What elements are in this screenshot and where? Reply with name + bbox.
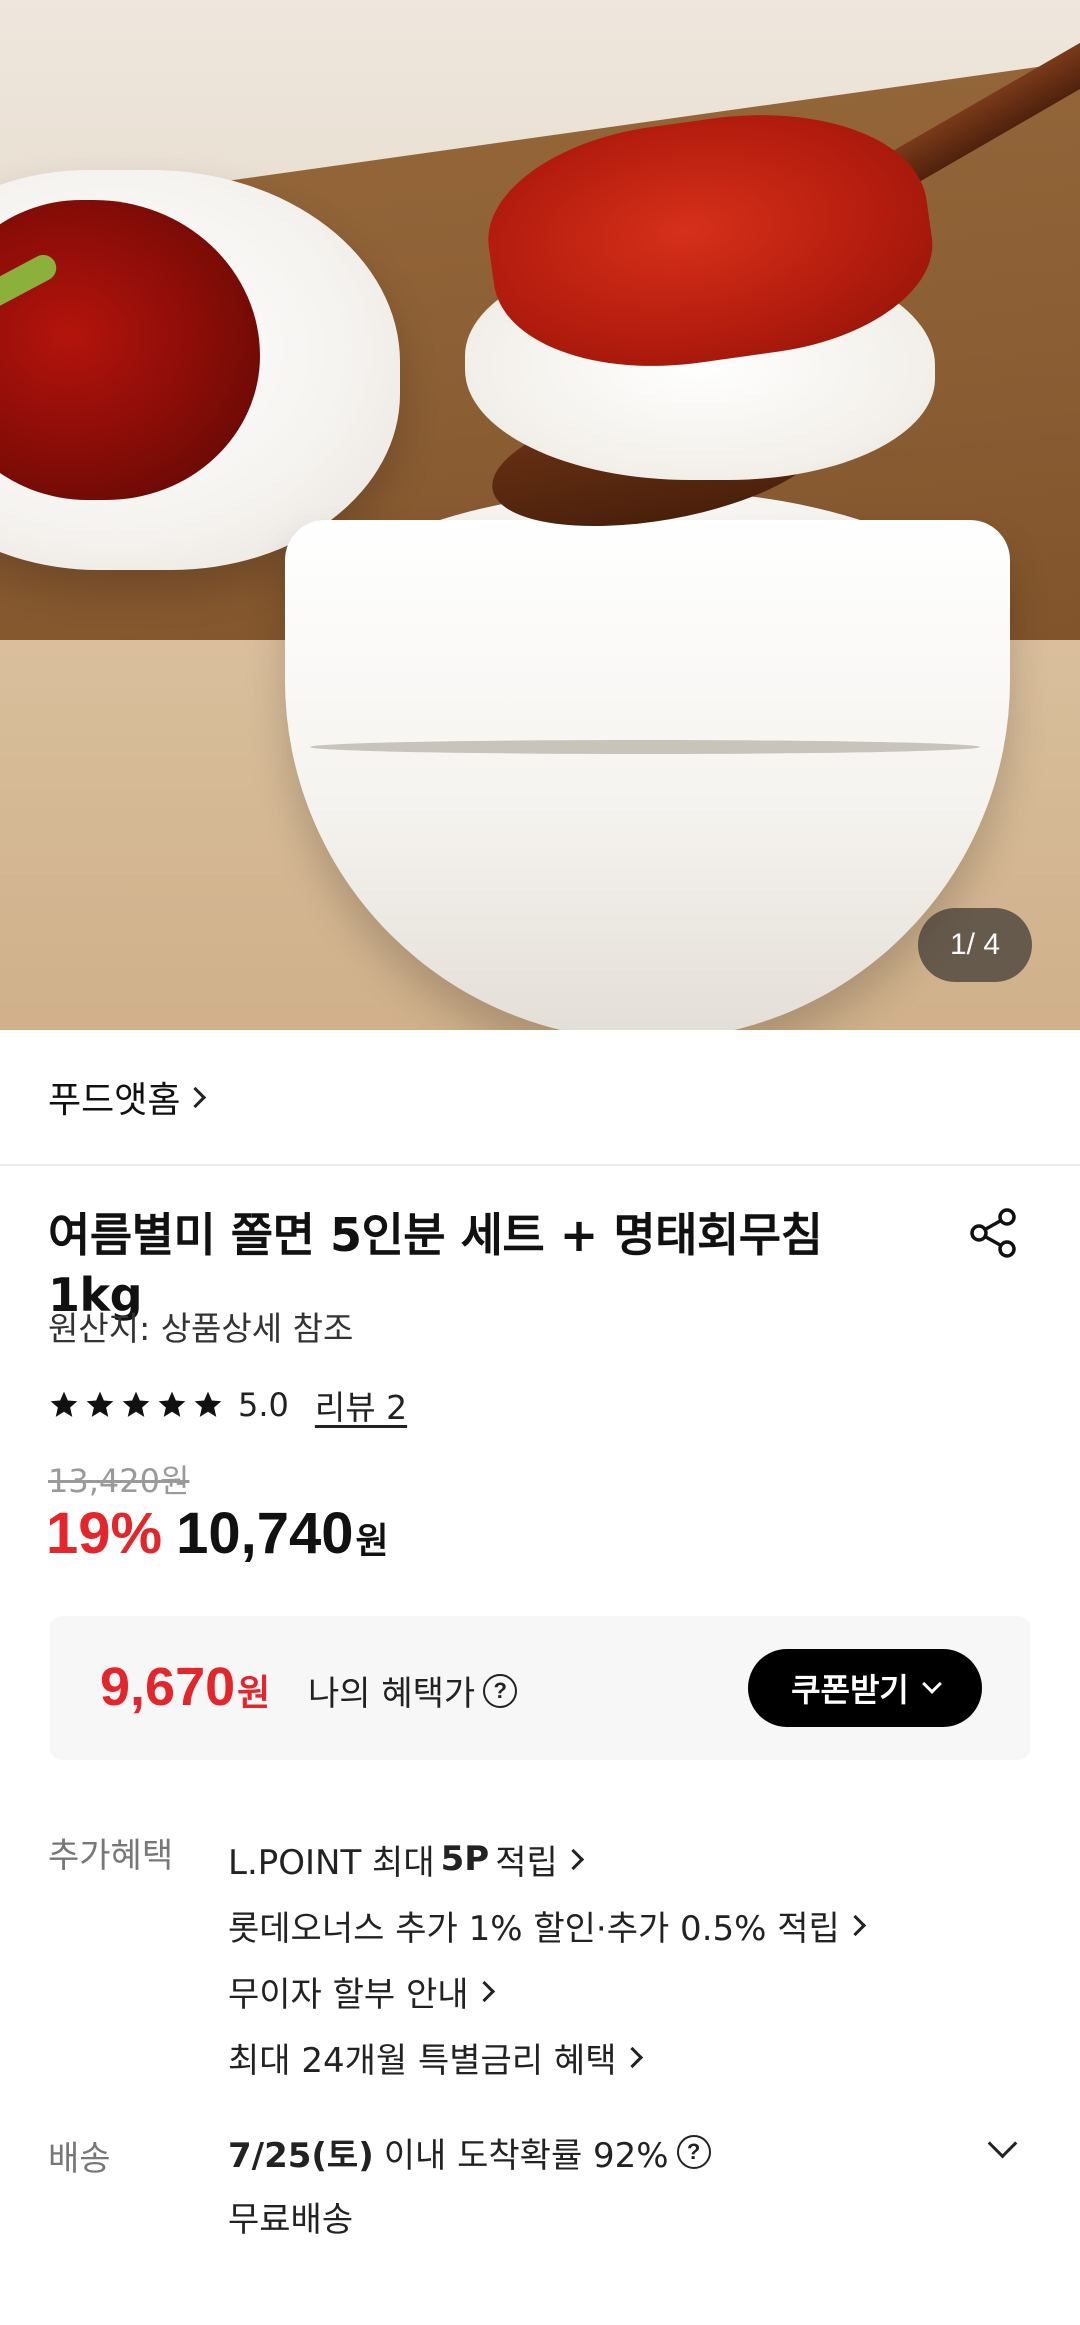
price-row: 19% 10,740 원 (46, 1500, 389, 1567)
extra-benefits-list: L.POINT 최대 5P 적립 롯데오너스 추가 1% 할인·추가 0.5% … (228, 1826, 866, 2090)
star-icon (158, 1391, 186, 1417)
delivery-line: 7/25(토) 이내 도착확률 92% ? (228, 2122, 711, 2182)
image-counter: 1/ 4 (918, 908, 1032, 982)
benefit-label-row: 나의 혜택가 ? (308, 1666, 518, 1715)
benefit-item-installment[interactable]: 무이자 할부 안내 (228, 1958, 863, 2024)
benefit-unit: 원 (237, 1673, 271, 1714)
benefit-item-text: L.POINT 최대 (228, 1842, 435, 1883)
bowl-stripe (310, 740, 980, 754)
delivery-info: 7/25(토) 이내 도착확률 92% ? 무료배송 (228, 2122, 711, 2241)
benefit-item-suffix: 적립 (495, 1842, 558, 1883)
benefit-item-text: 무이자 할부 안내 (228, 1974, 469, 2015)
chevron-right-icon (185, 1086, 207, 1108)
rating-score: 5.0 (238, 1386, 289, 1424)
chevron-down-icon (921, 1674, 942, 1694)
benefit-item-text: 롯데오너스 추가 1% 할인·추가 0.5% 적립 (228, 1908, 840, 1949)
benefit-item-lotte-owners[interactable]: 롯데오너스 추가 1% 할인·추가 0.5% 적립 (228, 1892, 866, 1958)
benefit-item-lpoint[interactable]: L.POINT 최대 5P 적립 (228, 1826, 863, 1892)
extra-benefits-label: 추가혜택 (48, 1836, 174, 1876)
share-icon[interactable] (965, 1205, 1021, 1261)
delivery-fee: 무료배송 (228, 2200, 354, 2240)
benefit-item-special-rate[interactable]: 최대 24개월 특별금리 혜택 (228, 2024, 863, 2090)
benefit-item-bold: 5P (440, 1839, 490, 1879)
benefit-price: 9,670 원 (100, 1656, 270, 1718)
delivery-probability: 이내 도착확률 92% (383, 2135, 669, 2176)
chevron-right-icon (562, 1848, 584, 1870)
chevron-right-icon (621, 2046, 643, 2068)
sale-price: 10,740 (176, 1501, 354, 1566)
chevron-right-icon (844, 1914, 866, 1936)
delivery-date: 7/25(토) (228, 2135, 374, 2176)
brand-row: 푸드앳홈 (0, 1030, 1080, 1166)
product-image[interactable]: 1/ 4 (0, 0, 1080, 1030)
chevron-right-icon (473, 1980, 495, 2002)
star-icon (86, 1391, 114, 1417)
review-link[interactable]: 리뷰 2 (315, 1381, 407, 1429)
star-rating (48, 1389, 224, 1421)
benefit-box: 9,670 원 나의 혜택가 ? 쿠폰받기 (50, 1616, 1030, 1760)
origin-info: 원산지: 상품상세 참조 (48, 1309, 354, 1348)
discount-rate: 19% (46, 1501, 163, 1566)
original-price: 13,420원 (48, 1462, 190, 1500)
star-icon (194, 1391, 222, 1417)
star-icon (122, 1391, 150, 1417)
price-unit: 원 (355, 1521, 389, 1562)
brand-name: 푸드앳홈 (48, 1080, 181, 1121)
brand-link[interactable]: 푸드앳홈 (48, 1071, 207, 1123)
benefit-item-text: 최대 24개월 특별금리 혜택 (228, 2040, 617, 2081)
chevron-down-icon[interactable] (987, 2128, 1018, 2159)
question-icon[interactable]: ? (676, 2135, 711, 2169)
benefit-amount: 9,670 (100, 1657, 236, 1717)
star-icon (50, 1391, 78, 1417)
coupon-button-label: 쿠폰받기 (791, 1671, 909, 1709)
benefit-label: 나의 혜택가 (308, 1674, 476, 1714)
question-icon[interactable]: ? (483, 1673, 518, 1708)
coupon-button[interactable]: 쿠폰받기 (748, 1649, 982, 1727)
delivery-label: 배송 (48, 2139, 111, 2179)
rating-row: 5.0 리뷰 2 (48, 1380, 407, 1430)
